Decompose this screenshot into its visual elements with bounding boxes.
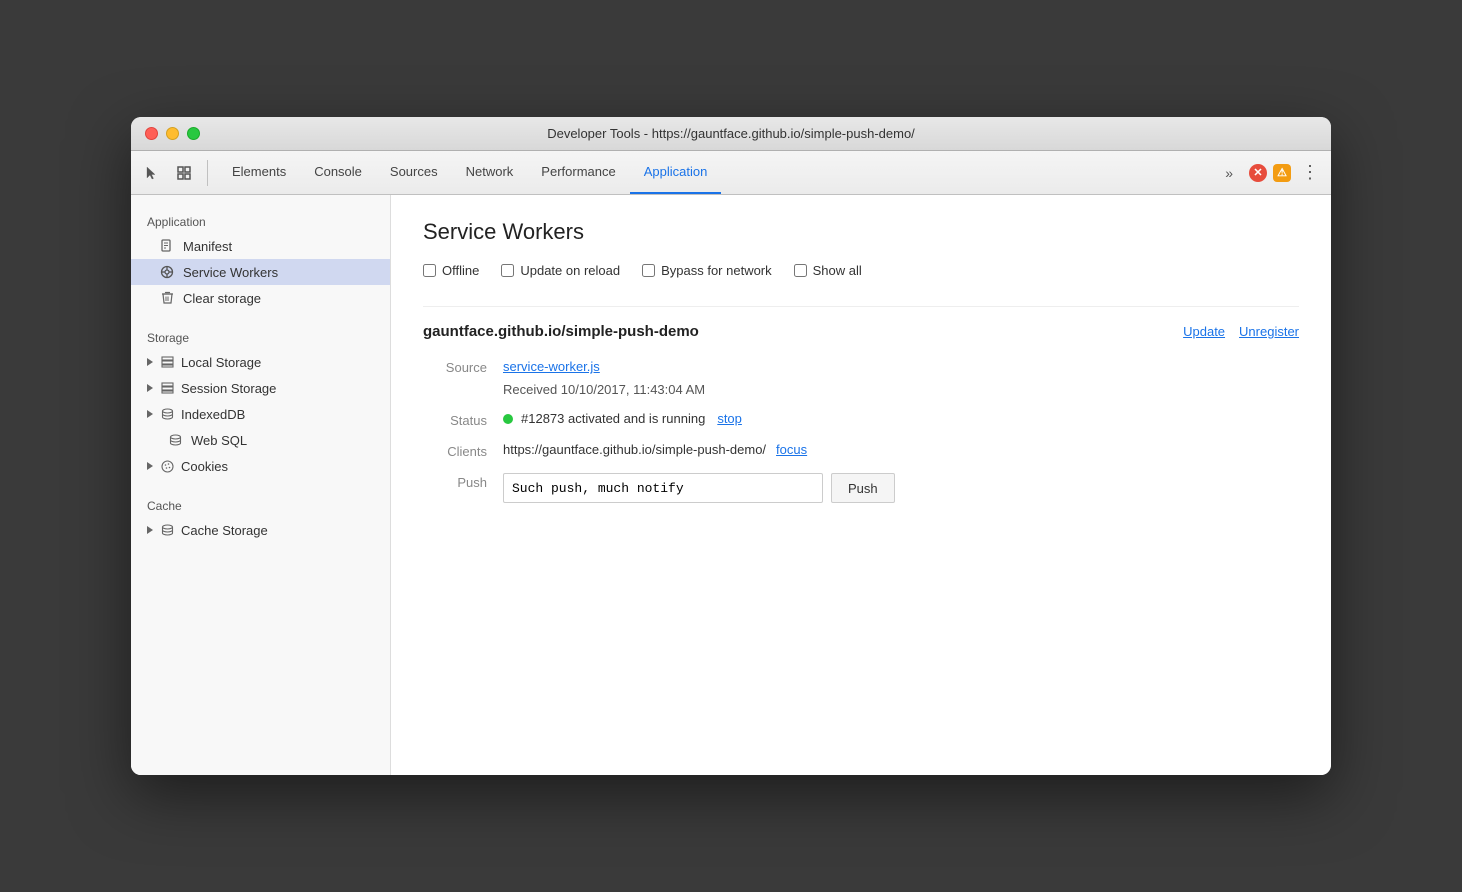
close-button[interactable] <box>145 127 158 140</box>
push-input[interactable] <box>503 473 823 503</box>
sidebar-item-local-storage[interactable]: Local Storage <box>131 349 390 375</box>
toolbar-right: ✕ ⚠ ⋮ <box>1249 162 1323 183</box>
cursor-icon[interactable] <box>139 160 165 186</box>
expand-session-storage-icon <box>147 384 153 392</box>
focus-button[interactable]: focus <box>776 442 807 457</box>
panel-title: Service Workers <box>423 219 1299 245</box>
bypass-for-network-checkbox-item[interactable]: Bypass for network <box>642 263 772 278</box>
update-on-reload-checkbox[interactable] <box>501 264 514 277</box>
status-text: #12873 activated and is running <box>521 411 705 426</box>
maximize-button[interactable] <box>187 127 200 140</box>
update-button[interactable]: Update <box>1183 324 1225 339</box>
toolbar-icons <box>139 160 208 186</box>
expand-cookies-icon <box>147 462 153 470</box>
clear-storage-icon <box>159 290 175 306</box>
window-title: Developer Tools - https://gauntface.gith… <box>547 126 915 141</box>
clients-url: https://gauntface.github.io/simple-push-… <box>503 442 766 457</box>
source-value: service-worker.js Received 10/10/2017, 1… <box>503 358 1299 397</box>
show-all-label: Show all <box>813 263 862 278</box>
tab-sources[interactable]: Sources <box>376 151 452 194</box>
cookies-icon <box>159 458 175 474</box>
expand-indexeddb-icon <box>147 410 153 418</box>
stop-button[interactable]: stop <box>717 411 742 426</box>
manifest-label: Manifest <box>183 239 232 254</box>
tab-performance[interactable]: Performance <box>527 151 629 194</box>
push-button[interactable]: Push <box>831 473 895 503</box>
sidebar-item-indexeddb[interactable]: IndexedDB <box>131 401 390 427</box>
clients-row: https://gauntface.github.io/simple-push-… <box>503 442 1299 457</box>
minimize-button[interactable] <box>166 127 179 140</box>
status-dot <box>503 414 513 424</box>
sw-actions: Update Unregister <box>1183 324 1299 339</box>
cache-storage-label: Cache Storage <box>181 523 268 538</box>
sidebar-item-service-workers[interactable]: Service Workers <box>131 259 390 285</box>
expand-cache-storage-icon <box>147 526 153 534</box>
show-all-checkbox-item[interactable]: Show all <box>794 263 862 278</box>
toolbar: Elements Console Sources Network Perform… <box>131 151 1331 195</box>
cache-storage-icon <box>159 522 175 538</box>
sidebar: Application Manifest <box>131 195 391 775</box>
session-storage-icon <box>159 380 175 396</box>
sidebar-item-session-storage[interactable]: Session Storage <box>131 375 390 401</box>
sidebar-item-cache-storage[interactable]: Cache Storage <box>131 517 390 543</box>
content-area: Application Manifest <box>131 195 1331 775</box>
inspect-icon[interactable] <box>171 160 197 186</box>
source-file-link[interactable]: service-worker.js <box>503 359 600 374</box>
error-badge[interactable]: ✕ <box>1249 164 1267 182</box>
indexeddb-label: IndexedDB <box>181 407 245 422</box>
sidebar-storage-section: Storage <box>131 323 390 349</box>
bypass-for-network-checkbox[interactable] <box>642 264 655 277</box>
update-on-reload-checkbox-item[interactable]: Update on reload <box>501 263 620 278</box>
sidebar-cache-section: Cache <box>131 491 390 517</box>
web-sql-icon <box>167 432 183 448</box>
nav-tabs: Elements Console Sources Network Perform… <box>218 151 1219 194</box>
titlebar: Developer Tools - https://gauntface.gith… <box>131 117 1331 151</box>
offline-checkbox-item[interactable]: Offline <box>423 263 479 278</box>
show-all-checkbox[interactable] <box>794 264 807 277</box>
clients-label: Clients <box>423 442 503 459</box>
status-label: Status <box>423 411 503 428</box>
sidebar-item-manifest[interactable]: Manifest <box>131 233 390 259</box>
offline-label: Offline <box>442 263 479 278</box>
main-panel: Service Workers Offline Update on reload… <box>391 195 1331 775</box>
source-label: Source <box>423 358 503 375</box>
warning-badge[interactable]: ⚠ <box>1273 164 1291 182</box>
checkboxes-row: Offline Update on reload Bypass for netw… <box>423 263 1299 278</box>
status-row: #12873 activated and is running stop <box>503 411 1299 426</box>
sw-origin: gauntface.github.io/simple-push-demo <box>423 323 699 340</box>
tab-application[interactable]: Application <box>630 151 722 194</box>
cookies-label: Cookies <box>181 459 228 474</box>
offline-checkbox[interactable] <box>423 264 436 277</box>
traffic-lights <box>145 127 200 140</box>
unregister-button[interactable]: Unregister <box>1239 324 1299 339</box>
received-text: Received 10/10/2017, 11:43:04 AM <box>503 382 1299 397</box>
sw-fields: Source service-worker.js Received 10/10/… <box>423 358 1299 503</box>
sw-header: gauntface.github.io/simple-push-demo Upd… <box>423 323 1299 340</box>
service-workers-label: Service Workers <box>183 265 278 280</box>
sidebar-item-cookies[interactable]: Cookies <box>131 453 390 479</box>
indexeddb-icon <box>159 406 175 422</box>
tab-console[interactable]: Console <box>300 151 376 194</box>
service-workers-icon <box>159 264 175 280</box>
expand-local-storage-icon <box>147 358 153 366</box>
manifest-icon <box>159 238 175 254</box>
tab-elements[interactable]: Elements <box>218 151 300 194</box>
bypass-for-network-label: Bypass for network <box>661 263 772 278</box>
clear-storage-label: Clear storage <box>183 291 261 306</box>
tab-network[interactable]: Network <box>452 151 528 194</box>
sidebar-app-section: Application <box>131 207 390 233</box>
local-storage-icon <box>159 354 175 370</box>
push-row: Push <box>503 473 1299 503</box>
local-storage-label: Local Storage <box>181 355 261 370</box>
web-sql-label: Web SQL <box>191 433 247 448</box>
session-storage-label: Session Storage <box>181 381 276 396</box>
menu-button[interactable]: ⋮ <box>1297 162 1323 183</box>
push-label: Push <box>423 473 503 490</box>
devtools-window: Developer Tools - https://gauntface.gith… <box>131 117 1331 775</box>
update-on-reload-label: Update on reload <box>520 263 620 278</box>
more-tabs-button[interactable]: » <box>1219 165 1239 181</box>
sidebar-item-web-sql[interactable]: Web SQL <box>131 427 390 453</box>
sidebar-item-clear-storage[interactable]: Clear storage <box>131 285 390 311</box>
service-worker-entry: gauntface.github.io/simple-push-demo Upd… <box>423 306 1299 503</box>
